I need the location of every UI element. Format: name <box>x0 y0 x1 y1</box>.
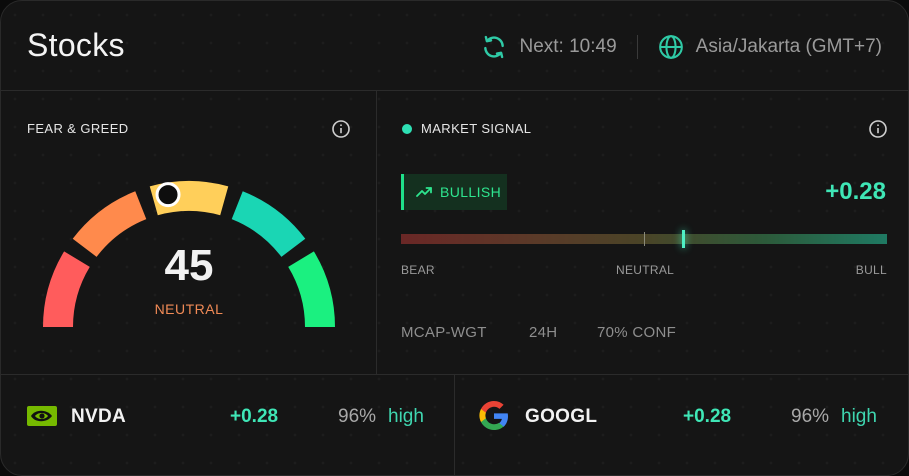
ticker-delta: +0.28 <box>683 406 732 427</box>
fear-greed-value: 45 <box>164 241 214 290</box>
timezone-label: Asia/Jakarta (GMT+7) <box>695 36 882 57</box>
ticker-symbol: GOOGL <box>525 406 598 427</box>
scale-neutral: NEUTRAL <box>616 263 675 277</box>
widget-header: Stocks Next: 10:49 Asia/Jakarta (GMT+7) <box>1 1 908 91</box>
ticker-symbol: NVDA <box>71 406 127 427</box>
gauge-pointer <box>155 182 181 208</box>
ticker-row: NVDA +0.28 96% high GOOGL +0.28 96% high <box>1 374 908 475</box>
google-logo-icon <box>479 401 508 430</box>
fear-greed-gauge <box>43 181 335 328</box>
signal-marker <box>681 230 685 248</box>
header-meta: Next: 10:49 Asia/Jakarta (GMT+7) <box>481 31 882 63</box>
next-refresh-label: Next: 10:49 <box>519 36 617 57</box>
ticker-nvda[interactable]: NVDA +0.28 96% high <box>1 375 455 475</box>
ticker-delta: +0.28 <box>230 406 279 427</box>
ticker-level: high <box>841 406 877 427</box>
scale-bull: BULL <box>855 263 887 277</box>
widget-title: Stocks <box>27 27 125 63</box>
ticker-confidence: 96% <box>338 406 377 427</box>
fear-greed-panel: FEAR & GREED 45 NEUTRAL <box>1 91 377 374</box>
trending-up-icon <box>416 187 432 197</box>
nvidia-logo-icon <box>27 406 57 426</box>
timezone-selector[interactable]: Asia/Jakarta (GMT+7) <box>658 34 882 60</box>
meta-weighting: MCAP-WGT <box>401 324 487 341</box>
neutral-tick <box>644 232 645 246</box>
ticker-confidence: 96% <box>791 406 830 427</box>
scale-bear: BEAR <box>401 263 435 277</box>
stocks-widget: Stocks Next: 10:49 Asia/Jakarta (GMT+7) … <box>0 0 909 476</box>
meta-timeframe: 24H <box>529 324 558 341</box>
market-signal-panel: MARKET SIGNAL BULLISH +0.28 BEAR NEUTRAL… <box>377 91 908 374</box>
refresh-icon[interactable] <box>481 34 507 60</box>
signal-badge: BULLISH <box>401 174 507 210</box>
signal-delta: +0.28 <box>825 178 886 205</box>
market-signal-info-icon[interactable] <box>868 119 888 139</box>
globe-icon[interactable] <box>658 34 684 60</box>
live-status-dot <box>402 124 412 134</box>
next-refresh[interactable]: Next: 10:49 <box>481 34 617 60</box>
meta-confidence: 70% CONF <box>597 324 677 341</box>
ticker-googl[interactable]: GOOGL +0.28 96% high <box>455 375 908 475</box>
market-signal-label: MARKET SIGNAL <box>421 121 532 136</box>
header-divider <box>636 35 638 59</box>
signal-bar <box>401 230 887 248</box>
fear-greed-status: NEUTRAL <box>154 301 224 317</box>
signal-badge-label: BULLISH <box>440 184 502 200</box>
ticker-level: high <box>388 406 424 427</box>
